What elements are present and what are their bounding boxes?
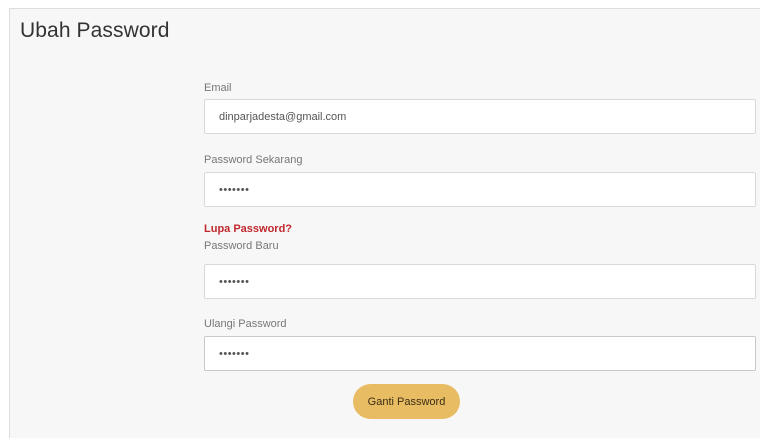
forgot-password-link[interactable]: Lupa Password? [204, 223, 292, 235]
current-password-label: Password Sekarang [204, 154, 303, 166]
new-password-label: Password Baru [204, 240, 279, 252]
confirm-password-field[interactable] [204, 336, 756, 371]
current-password-field[interactable] [204, 172, 756, 207]
new-password-field[interactable] [204, 264, 756, 299]
page-title: Ubah Password [20, 19, 170, 42]
email-field[interactable] [204, 99, 756, 134]
change-password-panel: Ubah Password Email Password Sekarang Lu… [9, 8, 760, 438]
email-label: Email [204, 82, 232, 94]
change-password-button[interactable]: Ganti Password [353, 384, 460, 419]
confirm-password-label: Ulangi Password [204, 318, 287, 330]
